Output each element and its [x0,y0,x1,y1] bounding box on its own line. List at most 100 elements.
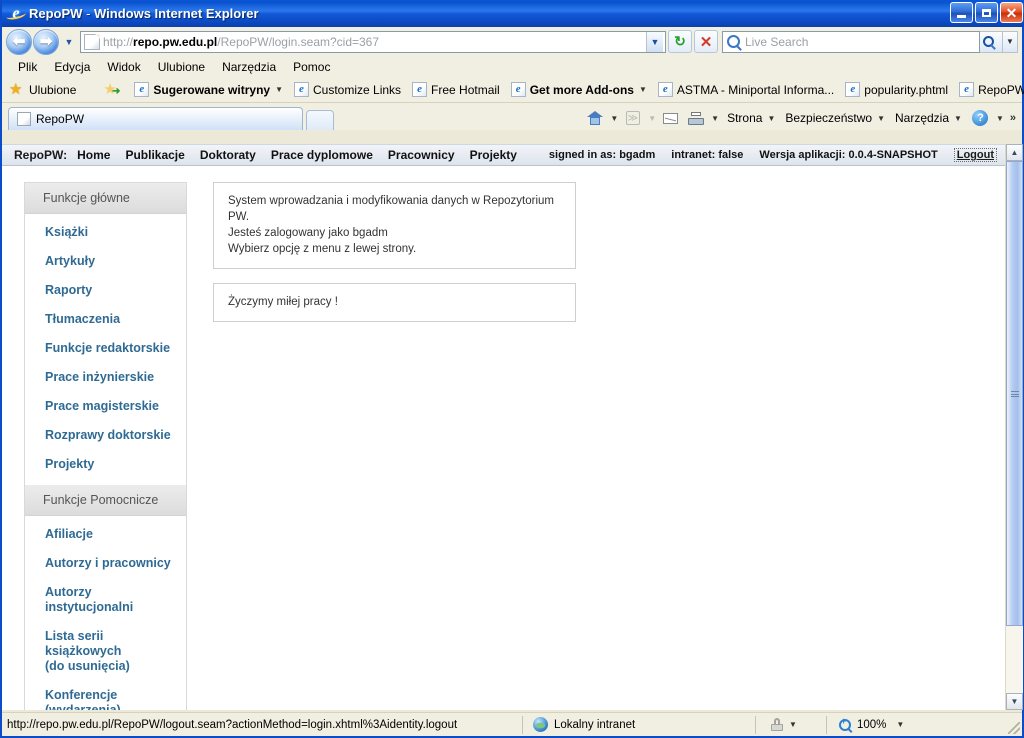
ie-page-icon: e [510,82,526,97]
nav-item-projekty[interactable]: Projekty [470,148,517,162]
chevron-down-icon[interactable]: ▼ [789,720,797,729]
sidebar-item-autorzy-i-pracownicy[interactable]: Autorzy i pracownicy [25,549,186,578]
menu-item-edycja[interactable]: Edycja [46,58,99,76]
forward-button[interactable]: ➡ [33,28,59,55]
sidebar-item-projekty[interactable]: Projekty [25,450,186,479]
back-button[interactable]: ⬅ [6,28,32,55]
close-button[interactable]: ✕ [1000,2,1023,23]
favorite-free-hotmail[interactable]: e Free Hotmail [412,82,500,97]
page-menu-button[interactable]: Strona ▼ [727,111,775,125]
chevron-down-icon[interactable]: ▼ [896,720,904,729]
print-button[interactable]: ▼ [685,108,719,128]
sidebar-item-autorzy-instytucjonalni[interactable]: Autorzy instytucjonalni [25,578,186,622]
sidebar-item-tlumaczenia[interactable]: Tłumaczenia [25,305,186,334]
recent-pages-chevron-down-icon[interactable]: ▼ [61,37,77,47]
safety-menu-button[interactable]: Bezpieczeństwo ▼ [785,111,885,125]
chevron-down-icon[interactable]: ▼ [767,114,775,123]
zoom-control[interactable]: 100% ▼ [827,716,904,731]
restore-button[interactable] [975,2,998,23]
url-domain: repo.pw.edu.pl [133,34,218,49]
tools-menu-label: Narzędzia [895,111,950,125]
favorites-button[interactable]: ★ Ulubione [9,80,76,98]
favorite-label: RepoPW [978,82,1024,97]
protected-mode-status[interactable]: ▼ [756,717,826,732]
nav-item-doktoraty[interactable]: Doktoraty [200,148,256,162]
address-dropdown-chevron-down-icon[interactable]: ▼ [646,31,663,52]
security-zone[interactable]: Lokalny intranet [523,717,755,732]
mail-button[interactable] [660,108,681,128]
sidebar-item-konferencje-wydarzenia[interactable]: Konferencje (wydarzenia) [25,681,186,710]
favorite-astma-miniportal[interactable]: e ASTMA - Miniportal Informa... [657,82,834,97]
chevron-down-icon[interactable]: ▼ [610,114,618,123]
stop-button[interactable]: ✕ [694,30,718,53]
nav-item-pracownicy[interactable]: Pracownicy [388,148,455,162]
tab-repopw[interactable]: RepoPW [8,107,303,130]
sidebar-item-funkcje-redaktorskie[interactable]: Funkcje redaktorskie [25,334,186,363]
sidebar-item-raporty[interactable]: Raporty [25,276,186,305]
window-controls: ✕ [950,2,1023,23]
sidebar-item-prace-magisterskie[interactable]: Prace magisterskie [25,392,186,421]
sidebar-item-artykuly[interactable]: Artykuły [25,247,186,276]
menu-item-ulubione[interactable]: Ulubione [150,58,214,76]
favorite-repopw[interactable]: e RepoPW [959,82,1024,97]
address-bar[interactable]: http://repo.pw.edu.pl/RepoPW/login.seam?… [80,30,666,53]
sidebar-item-label-line2: (do usunięcia) [45,659,130,673]
main-content: System wprowadzania i modyfikowania dany… [213,182,576,710]
scrollbar-thumb[interactable] [1006,161,1023,626]
chevron-down-icon[interactable]: ▼ [711,114,719,123]
chevron-down-icon[interactable]: ▼ [639,85,647,94]
lock-icon [770,717,784,732]
chevron-down-icon[interactable]: ▼ [954,114,962,123]
ie-page-icon: e [845,82,861,97]
menu-item-widok[interactable]: Widok [99,58,149,76]
sidebar-item-afiliacje[interactable]: Afiliacje [25,520,186,549]
sidebar-item-rozprawy-doktorskie[interactable]: Rozprawy doktorskie [25,421,186,450]
app-version: Wersja aplikacji: 0.0.4-SNAPSHOT [759,149,938,161]
chevron-down-icon[interactable]: ▼ [996,114,1004,123]
menu-item-pomoc[interactable]: Pomoc [285,58,339,76]
chevron-down-icon[interactable]: ▼ [877,114,885,123]
star-icon: ★ [9,80,23,98]
sidebar-item-prace-inzynierskie[interactable]: Prace inżynierskie [25,363,186,392]
home-icon [584,108,605,128]
minimize-button[interactable] [950,2,973,23]
feeds-button[interactable]: ≫ ▼ [622,108,656,128]
command-bar-overflow-icon[interactable]: » [1010,112,1016,124]
favorite-popularity-phtml[interactable]: e popularity.phtml [845,82,948,97]
home-button[interactable]: ▼ [584,108,618,128]
menu-bar: Plik Edycja Widok Ulubione Narzędzia Pom… [2,56,1022,77]
address-url: http://repo.pw.edu.pl/RepoPW/login.seam?… [103,35,646,49]
menu-item-narzedzia[interactable]: Narzędzia [214,58,285,76]
sidebar-item-ksiazki[interactable]: Książki [25,218,186,247]
logout-link[interactable]: Logout [953,148,997,162]
scroll-down-icon[interactable]: ▼ [1006,693,1023,710]
scroll-up-icon[interactable]: ▲ [1006,144,1023,161]
search-go-button[interactable] [980,30,1003,53]
tools-menu-button[interactable]: Narzędzia ▼ [895,111,962,125]
favorite-get-more-addons[interactable]: e Get more Add-ons ▼ [510,82,647,97]
search-input[interactable]: Live Search [722,30,980,53]
sidebar-section-main: Książki Artykuły Raporty Tłumaczenia Fun… [25,214,186,485]
nav-item-prace-dyplomowe[interactable]: Prace dyplomowe [271,148,373,162]
search-placeholder: Live Search [745,34,809,49]
favorite-customize-links[interactable]: e Customize Links [294,82,401,97]
nav-item-publikacje[interactable]: Publikacje [125,148,184,162]
resize-grip[interactable] [1008,722,1020,734]
refresh-button[interactable]: ↻ [668,30,692,53]
new-tab-button[interactable] [306,110,334,130]
sidebar-item-lista-serii-ksiazkowych[interactable]: Lista serii książkowych (do usunięcia) [25,622,186,681]
page-scrollbar[interactable]: ▲ ▼ [1005,144,1023,710]
favorite-suggested-sites[interactable]: e Sugerowane witryny ▼ [134,82,283,97]
command-bar: ▼ ≫ ▼ ▼ Strona ▼ Bezpieczeństwo ▼ Narzęd… [580,108,1016,128]
search-options-chevron-down-icon[interactable]: ▼ [1003,30,1018,53]
page-viewport: RepoPW: Home Publikacje Doktoraty Prace … [2,144,1023,710]
page-icon [84,33,100,50]
menu-item-plik[interactable]: Plik [10,58,46,76]
mail-icon [660,108,681,128]
help-button[interactable]: ? ▼ [970,108,1004,128]
add-to-favorites-bar-button[interactable]: ★ ➜ [103,82,123,97]
scrollbar-track[interactable] [1006,626,1023,693]
chevron-down-icon[interactable]: ▼ [275,85,283,94]
close-icon: ✕ [699,33,713,51]
nav-item-home[interactable]: Home [77,148,110,162]
